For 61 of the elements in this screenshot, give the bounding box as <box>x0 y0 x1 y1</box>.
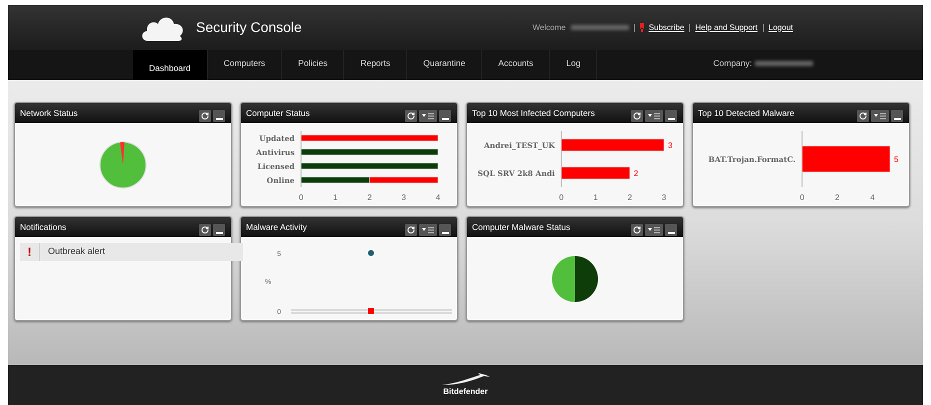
axis-line <box>801 130 802 188</box>
widget-title: Malware Activity <box>246 220 307 234</box>
brand-name: Bitdefender <box>443 386 488 398</box>
options-menu-button[interactable] <box>871 110 889 122</box>
header-link[interactable]: Logout <box>768 22 793 34</box>
tick-label: 3 <box>401 193 406 202</box>
ribbon-icon <box>640 23 644 32</box>
tick-label: 1 <box>592 193 598 202</box>
tick-label: 4 <box>870 193 874 202</box>
widget-title: Computer Status <box>246 106 310 120</box>
value-label: 2 <box>633 169 638 178</box>
tick-label: 0 <box>298 193 303 202</box>
refresh-button[interactable] <box>631 224 643 236</box>
tick-label: 0 <box>799 193 804 202</box>
app-title: Security Console <box>196 18 302 37</box>
bar <box>560 166 630 180</box>
company-label: Company: <box>713 56 752 70</box>
notification-text: Outbreak alert <box>47 245 106 258</box>
minimize-button[interactable] <box>213 224 225 236</box>
value-label: 3 <box>668 141 672 150</box>
tick-label: 2 <box>627 193 632 202</box>
minimize-button[interactable] <box>213 110 225 122</box>
minimize-button[interactable] <box>439 110 451 122</box>
widget-title: Top 10 Most Infected Computers <box>472 106 595 120</box>
welcome-text: Welcome <box>532 22 566 34</box>
tick-label: 3 <box>661 193 666 202</box>
refresh-button[interactable] <box>631 110 643 122</box>
tick-label: 1 <box>332 193 338 202</box>
refresh-button[interactable] <box>405 224 417 236</box>
widget-title: Notifications <box>20 220 66 234</box>
widget-title: Computer Malware Status <box>472 220 570 234</box>
options-menu-button[interactable] <box>645 224 663 236</box>
minimize-button[interactable] <box>891 110 903 122</box>
tick-label: 4 <box>435 193 440 202</box>
header-link[interactable]: Subscribe <box>648 22 684 34</box>
value-label: 5 <box>894 155 898 164</box>
data-point <box>368 308 374 314</box>
options-menu-button[interactable] <box>419 110 437 122</box>
blurred-name <box>570 25 629 30</box>
blurred-name <box>755 60 813 66</box>
refresh-button[interactable] <box>857 110 869 122</box>
header-link[interactable]: Help and Support <box>695 22 758 34</box>
pie-chart-drawing <box>99 140 147 188</box>
options-menu-button[interactable] <box>419 224 437 236</box>
widget-title: Network Status <box>20 106 78 120</box>
tick-label: 0 <box>558 193 564 202</box>
tick-label: 2 <box>834 193 839 202</box>
minimize-button[interactable] <box>439 224 451 236</box>
data-point <box>368 250 374 256</box>
tick-label: 2 <box>366 193 372 202</box>
minimize-button[interactable] <box>665 110 677 122</box>
options-menu-button[interactable] <box>645 110 663 122</box>
pie-chart-drawing <box>551 254 599 302</box>
refresh-button[interactable] <box>199 110 211 122</box>
widget-title: Top 10 Detected Malware <box>698 106 794 120</box>
notification-item[interactable]: ! Outbreak alert <box>20 243 243 261</box>
refresh-button[interactable] <box>405 110 417 122</box>
nav-tab[interactable]: Dashboard <box>133 50 208 80</box>
refresh-button[interactable] <box>199 224 211 236</box>
minimize-button[interactable] <box>665 224 677 236</box>
axis-line <box>300 130 302 188</box>
